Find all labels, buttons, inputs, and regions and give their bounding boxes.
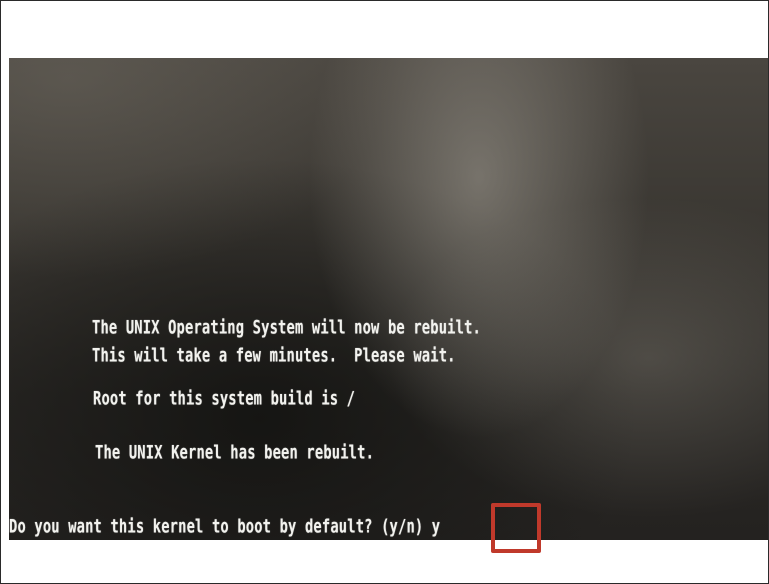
terminal-screen-photo: The UNIX Operating System will now be re… [9, 58, 768, 540]
terminal-line-kernel-rebuilt: The UNIX Kernel has been rebuilt. [95, 441, 375, 464]
image-frame: The UNIX Operating System will now be re… [0, 0, 769, 584]
terminal-line-wait-notice: This will take a few minutes. Please wai… [92, 344, 456, 367]
terminal-line-rebuild-notice: The UNIX Operating System will now be re… [92, 316, 481, 339]
terminal-boot-default-prompt[interactable]: Do you want this kernel to boot by defau… [9, 515, 440, 537]
answer-highlight-box [491, 503, 541, 553]
terminal-line-root-path: Root for this system build is / [93, 387, 356, 410]
